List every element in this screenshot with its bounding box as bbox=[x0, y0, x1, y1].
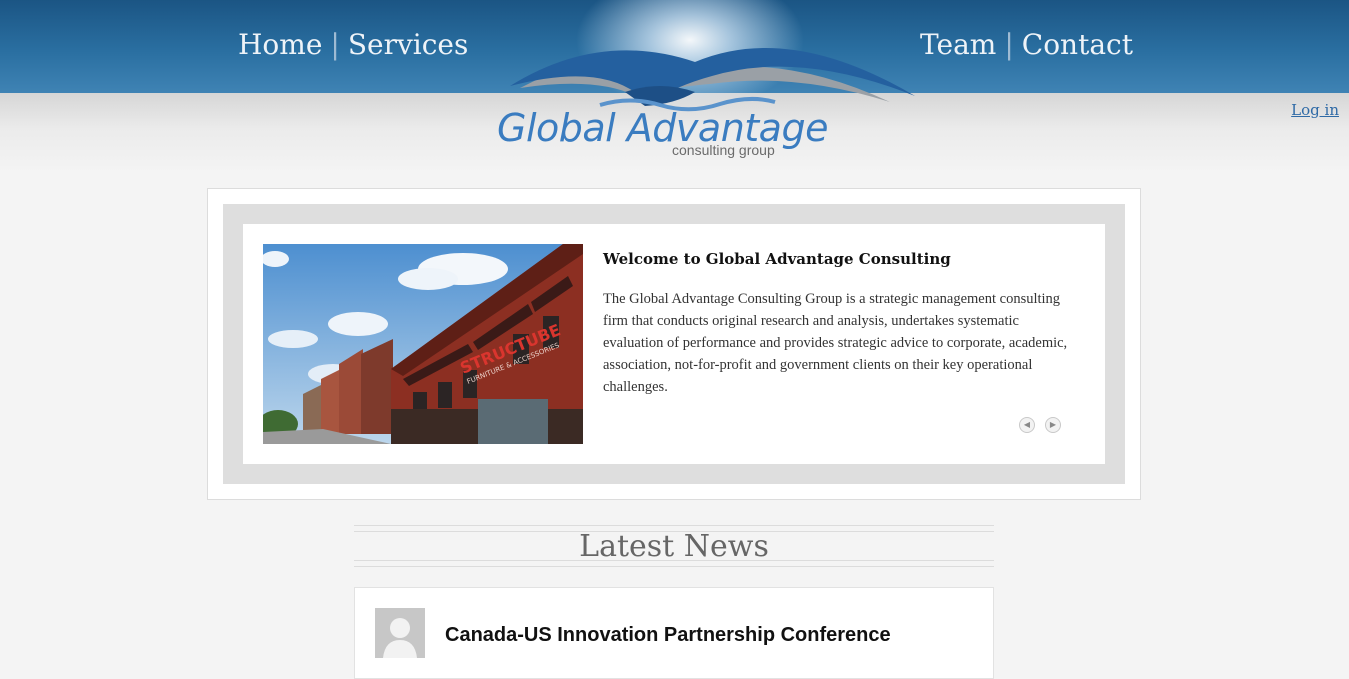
divider bbox=[354, 560, 994, 561]
nav-contact[interactable]: Contact bbox=[1022, 28, 1133, 61]
nav-separator: | bbox=[1004, 28, 1014, 61]
news-item-title[interactable]: Canada-US Innovation Partnership Confere… bbox=[445, 624, 891, 647]
nav-team[interactable]: Team bbox=[920, 28, 996, 61]
nav-home[interactable]: Home bbox=[238, 28, 322, 61]
main-nav-left: Home | Services bbox=[238, 28, 468, 61]
slider: STRUCTUBE FURNITURE & ACCESSORIES Welcom… bbox=[207, 188, 1141, 500]
login-link[interactable]: Log in bbox=[1291, 101, 1339, 119]
slide: STRUCTUBE FURNITURE & ACCESSORIES Welcom… bbox=[243, 224, 1105, 464]
user-avatar-icon bbox=[375, 608, 425, 658]
logo-name: Global Advantage bbox=[497, 106, 828, 150]
latest-news-title: Latest News bbox=[579, 529, 769, 564]
logo-tagline: consulting group bbox=[672, 142, 775, 158]
news-item[interactable]: Canada-US Innovation Partnership Confere… bbox=[354, 587, 994, 679]
site-logo[interactable]: Global Advantage consulting group bbox=[460, 0, 930, 170]
divider bbox=[354, 566, 994, 567]
slide-text: The Global Advantage Consulting Group is… bbox=[603, 291, 1068, 395]
nav-separator: | bbox=[330, 28, 340, 61]
chevron-left-icon[interactable]: ◀ bbox=[1019, 417, 1035, 433]
latest-news-header: Latest News bbox=[354, 525, 994, 567]
slide-title: Welcome to Global Advantage Consulting bbox=[603, 250, 951, 268]
slide-photo: STRUCTUBE FURNITURE & ACCESSORIES bbox=[263, 244, 583, 444]
main-nav-right: Team | Contact bbox=[920, 28, 1133, 61]
chevron-right-icon[interactable]: ▶ bbox=[1045, 417, 1061, 433]
divider bbox=[354, 525, 994, 526]
nav-services[interactable]: Services bbox=[348, 28, 469, 61]
slider-frame: STRUCTUBE FURNITURE & ACCESSORIES Welcom… bbox=[223, 204, 1125, 484]
